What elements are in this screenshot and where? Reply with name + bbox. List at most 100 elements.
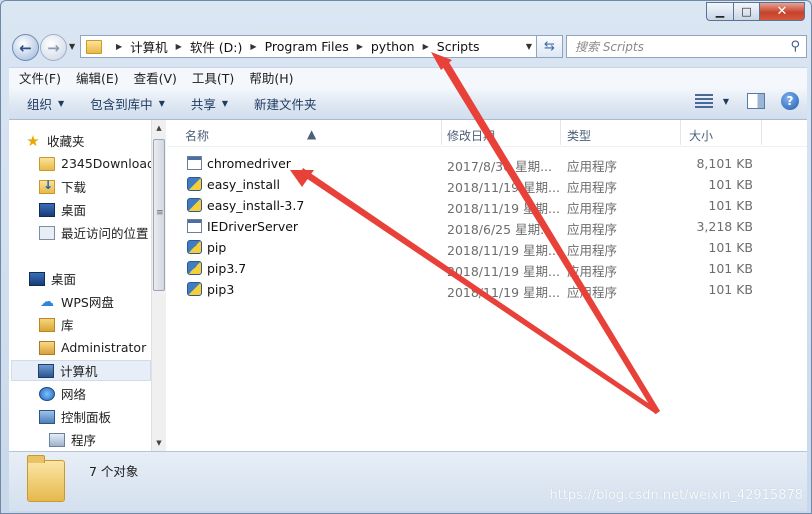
address-dropdown-icon[interactable]: ▼ xyxy=(526,42,532,51)
breadcrumb-program-files[interactable]: Program Files xyxy=(265,39,349,54)
file-date: 2018/11/19 星期... xyxy=(447,180,560,195)
breadcrumb-python[interactable]: python xyxy=(371,39,415,54)
chevron-right-icon[interactable]: ▶ xyxy=(116,42,122,51)
back-button[interactable]: ← xyxy=(12,34,39,61)
breadcrumb-drive-d[interactable]: 软件 (D:) xyxy=(190,37,243,56)
menu-view[interactable]: 查看(V) xyxy=(134,68,177,87)
new-folder-button[interactable]: 新建文件夹 xyxy=(246,91,325,115)
nav-downloads[interactable]: 下载 xyxy=(39,176,151,197)
scrollbar-thumb[interactable] xyxy=(153,139,165,291)
column-divider[interactable] xyxy=(560,120,561,145)
command-bar: 组织 ▼ 包含到库中 ▼ 共享 ▼ 新建文件夹 ▼ ? xyxy=(9,87,807,120)
file-row[interactable]: easy_install-3.7 2018/11/19 星期... 应用程序 1… xyxy=(167,195,807,216)
share-button[interactable]: 共享 ▼ xyxy=(183,91,236,115)
chevron-down-icon: ▼ xyxy=(58,98,65,108)
sort-ascending-icon: ▲ xyxy=(307,127,317,141)
close-button[interactable]: ✕ xyxy=(759,2,805,21)
nav-label: Administrator xyxy=(61,340,147,355)
view-dropdown-icon[interactable]: ▼ xyxy=(723,97,729,106)
file-row[interactable]: easy_install 2018/11/19 星期... 应用程序 101 K… xyxy=(167,174,807,195)
file-type: 应用程序 xyxy=(567,201,618,216)
organize-button[interactable]: 组织 ▼ xyxy=(19,91,72,115)
caption-buttons: ▁ □ ✕ xyxy=(706,2,805,21)
nav-computer[interactable]: 计算机 xyxy=(11,360,151,381)
nav-network[interactable]: 网络 xyxy=(39,383,151,404)
nav-libraries[interactable]: 库 xyxy=(39,314,151,335)
nav-label: 网络 xyxy=(61,387,87,402)
maximize-button[interactable]: □ xyxy=(733,2,759,21)
column-size[interactable]: 大小 xyxy=(689,127,713,144)
chevron-down-icon: ▼ xyxy=(158,98,165,108)
file-date: 2018/11/19 星期... xyxy=(447,285,560,300)
menu-tools[interactable]: 工具(T) xyxy=(192,68,234,87)
file-row[interactable]: pip 2018/11/19 星期... 应用程序 101 KB xyxy=(167,237,807,258)
column-name[interactable]: 名称 xyxy=(185,127,209,144)
column-divider[interactable] xyxy=(441,120,442,145)
chevron-right-icon[interactable]: ▶ xyxy=(176,42,182,51)
include-library-label: 包含到库中 xyxy=(90,96,153,112)
column-date[interactable]: 修改日期 xyxy=(447,127,495,144)
recent-pages-dropdown-icon[interactable]: ▼ xyxy=(69,42,75,51)
chevron-down-icon: ▼ xyxy=(221,98,229,108)
file-row[interactable]: pip3 2018/11/19 星期... 应用程序 101 KB xyxy=(167,279,807,300)
column-divider[interactable] xyxy=(761,120,762,145)
scroll-down-icon[interactable]: ▼ xyxy=(152,435,166,451)
nav-desktop[interactable]: 桌面 xyxy=(29,268,151,289)
nav-control-panel[interactable]: 控制面板 xyxy=(39,406,151,427)
file-size: 101 KB xyxy=(708,198,753,213)
nav-favorites[interactable]: ★ 收藏夹 xyxy=(25,130,151,151)
python-exe-icon xyxy=(187,282,202,296)
refresh-button[interactable]: ⇆ xyxy=(536,35,563,58)
downloads-folder-icon xyxy=(39,178,55,194)
forward-button[interactable]: → xyxy=(40,34,67,61)
cloud-icon: ☁ xyxy=(40,293,54,310)
file-row[interactable]: IEDriverServer 2018/6/25 星期... 应用程序 3,21… xyxy=(167,216,807,237)
menu-help[interactable]: 帮助(H) xyxy=(249,68,293,87)
help-icon[interactable]: ? xyxy=(781,92,799,110)
breadcrumb: ▶ 计算机 ▶ 软件 (D:) ▶ Program Files ▶ python… xyxy=(108,37,480,56)
file-date: 2018/6/25 星期... xyxy=(447,222,552,237)
minimize-button[interactable]: ▁ xyxy=(706,2,733,21)
column-divider[interactable] xyxy=(680,120,681,145)
menu-file[interactable]: 文件(F) xyxy=(19,68,61,87)
nav-label: 桌面 xyxy=(61,203,87,218)
nav-programs[interactable]: 程序 xyxy=(49,429,151,450)
column-type[interactable]: 类型 xyxy=(567,127,591,144)
nav-scrollbar[interactable]: ▲ ▼ xyxy=(151,120,166,451)
computer-icon xyxy=(38,363,54,378)
chevron-right-icon[interactable]: ▶ xyxy=(250,42,256,51)
include-in-library-button[interactable]: 包含到库中 ▼ xyxy=(82,91,173,115)
file-date: 2017/8/30 星期... xyxy=(447,159,552,174)
preview-pane-icon[interactable] xyxy=(747,93,765,109)
chevron-right-icon[interactable]: ▶ xyxy=(423,42,429,51)
nav-desktop-favorite[interactable]: 桌面 xyxy=(39,199,151,220)
menu-edit[interactable]: 编辑(E) xyxy=(76,68,119,87)
file-type: 应用程序 xyxy=(567,264,618,279)
search-icon[interactable]: ⚲ xyxy=(790,39,800,54)
breadcrumb-computer[interactable]: 计算机 xyxy=(130,37,168,56)
breadcrumb-scripts[interactable]: Scripts xyxy=(437,39,480,54)
content-area: ★ 收藏夹 2345Downloads 下载 桌面 最近访问的位置 桌面 xyxy=(9,120,807,451)
scroll-up-icon[interactable]: ▲ xyxy=(152,120,166,136)
file-type: 应用程序 xyxy=(567,222,618,237)
file-name: chromedriver xyxy=(207,156,291,171)
item-count: 7 个对象 xyxy=(89,464,139,479)
nav-administrator[interactable]: Administrator xyxy=(39,337,151,358)
folder-icon xyxy=(86,39,102,54)
file-row[interactable]: chromedriver 2017/8/30 星期... 应用程序 8,101 … xyxy=(167,153,807,174)
file-date: 2018/11/19 星期... xyxy=(447,243,560,258)
file-row[interactable]: pip3.7 2018/11/19 星期... 应用程序 101 KB xyxy=(167,258,807,279)
nav-label: 收藏夹 xyxy=(47,134,85,149)
nav-label: 桌面 xyxy=(51,272,77,287)
file-size: 101 KB xyxy=(708,261,753,276)
address-bar[interactable]: ▶ 计算机 ▶ 软件 (D:) ▶ Program Files ▶ python… xyxy=(80,35,538,58)
nav-recent-places[interactable]: 最近访问的位置 xyxy=(39,222,151,243)
recent-places-icon xyxy=(39,225,55,240)
search-input[interactable]: 搜索 Scripts ⚲ xyxy=(566,35,807,58)
nav-2345downloads[interactable]: 2345Downloads xyxy=(39,153,151,174)
view-options-icon[interactable] xyxy=(694,94,713,108)
search-placeholder: 搜索 Scripts xyxy=(575,40,644,54)
chevron-right-icon[interactable]: ▶ xyxy=(357,42,363,51)
python-exe-icon xyxy=(187,261,202,275)
nav-wps-cloud[interactable]: ☁ WPS网盘 xyxy=(39,291,151,312)
